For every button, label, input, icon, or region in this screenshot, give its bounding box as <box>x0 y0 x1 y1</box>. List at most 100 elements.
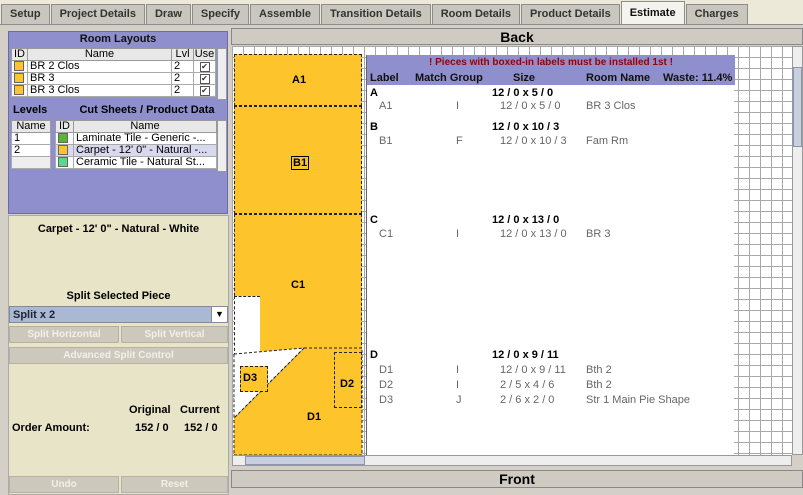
canvas-vertical-scrollbar[interactable] <box>792 46 803 455</box>
advanced-split-button[interactable]: Advanced Split Control <box>9 347 228 364</box>
level-value: 2 <box>11 144 51 157</box>
use-checkbox[interactable]: ✔ <box>199 86 210 96</box>
level-value: 1 <box>11 132 51 145</box>
table-row[interactable]: 1 <box>11 132 51 145</box>
row-color-cell <box>11 60 28 73</box>
piece-d1-label: D1 <box>307 411 322 423</box>
tab-product-details[interactable]: Product Details <box>521 4 620 24</box>
item-room: Fam Rm <box>586 135 629 147</box>
group-size: 12 / 0 x 10 / 3 <box>492 121 560 133</box>
color-swatch <box>14 73 24 84</box>
item-match: I <box>456 364 460 376</box>
product-name: Laminate Tile - Generic -... <box>73 132 217 145</box>
chevron-down-icon[interactable]: ▼ <box>211 307 227 322</box>
use-checkbox-cell[interactable]: ✔ <box>193 84 216 97</box>
scrollbar-thumb[interactable] <box>793 67 802 147</box>
product-name: Carpet - 12' 0" - Natural -... <box>73 144 217 157</box>
canvas-horizontal-scrollbar[interactable] <box>232 455 792 466</box>
item-size: 12 / 0 x 13 / 0 <box>500 228 567 240</box>
table-row[interactable]: 2 <box>11 144 51 157</box>
split-dropdown-value: Split x 2 <box>13 309 56 321</box>
color-swatch <box>58 157 68 168</box>
item-match: J <box>456 394 462 406</box>
levels-title: Levels <box>13 104 48 116</box>
item-size: 2 / 5 x 4 / 6 <box>500 379 555 391</box>
use-checkbox[interactable]: ✔ <box>199 74 210 84</box>
selected-product-label: Carpet - 12' 0" - Natural - White <box>37 223 200 235</box>
cut-sheets-scrollbar[interactable] <box>217 120 227 172</box>
piece-b1-label: B1 <box>291 156 310 170</box>
cut-sheets-title: Cut Sheets / Product Data <box>79 104 215 116</box>
split-dropdown[interactable]: Split x 2 ▼ <box>9 306 228 323</box>
levels-col-name: Name <box>11 120 51 133</box>
order-original-value: 152 / 0 <box>135 422 169 434</box>
group-size: 12 / 0 x 5 / 0 <box>492 87 554 99</box>
table-row[interactable]: BR 2 Clos 2 ✔ <box>11 60 216 73</box>
item-room: BR 3 Clos <box>586 100 636 112</box>
header-size: Size <box>513 72 536 84</box>
row-color-cell <box>11 72 28 85</box>
tab-assemble[interactable]: Assemble <box>250 4 321 24</box>
item-size: 2 / 6 x 2 / 0 <box>500 394 555 406</box>
tab-estimate[interactable]: Estimate <box>620 1 685 24</box>
col-id: ID <box>11 48 28 61</box>
header-waste: Waste: 11.4% <box>663 72 733 84</box>
piece-d3-label: D3 <box>243 372 258 384</box>
table-row[interactable]: BR 3 Clos 2 ✔ <box>11 84 216 97</box>
row-color-cell <box>55 144 74 157</box>
piece-d2-label: D2 <box>340 378 355 390</box>
item-match: F <box>456 135 463 147</box>
use-checkbox-cell[interactable]: ✔ <box>193 60 216 73</box>
tab-specify[interactable]: Specify <box>191 4 250 24</box>
item-size: 12 / 0 x 9 / 11 <box>500 364 566 376</box>
table-row[interactable]: Carpet - 12' 0" - Natural -... <box>55 144 217 157</box>
cut-col-name: Name <box>73 120 217 133</box>
header-match-group: Match Group <box>415 72 483 84</box>
use-checkbox-cell[interactable]: ✔ <box>193 72 216 85</box>
back-label: Back <box>231 28 803 45</box>
levels-table: Name 1 2 <box>11 120 51 169</box>
level-value <box>11 156 51 169</box>
tab-project-details[interactable]: Project Details <box>50 4 145 24</box>
group-label: A <box>370 87 378 99</box>
color-swatch <box>58 133 68 144</box>
item-room: BR 3 <box>586 228 611 240</box>
row-color-cell <box>55 132 74 145</box>
scrollbar-thumb[interactable] <box>245 456 365 465</box>
header-label: Label <box>370 72 399 84</box>
col-use: Use <box>193 48 216 61</box>
split-title: Split Selected Piece <box>66 290 171 302</box>
table-row[interactable]: Laminate Tile - Generic -... <box>55 132 217 145</box>
tab-charges[interactable]: Charges <box>685 4 748 24</box>
undo-button[interactable]: Undo <box>9 476 119 493</box>
table-row[interactable]: BR 3 2 ✔ <box>11 72 216 85</box>
piece-c1-label: C1 <box>291 279 306 291</box>
table-row[interactable]: Ceramic Tile - Natural St... <box>55 156 217 169</box>
split-horizontal-button[interactable]: Split Horizontal <box>9 326 119 343</box>
item-label: D1 <box>379 364 394 376</box>
room-name: BR 3 Clos <box>27 84 172 97</box>
room-level: 2 <box>171 72 194 85</box>
split-panel: Carpet - 12' 0" - Natural - White Split … <box>8 215 229 495</box>
room-layouts-scrollbar[interactable] <box>217 48 227 100</box>
piece-a1-label: A1 <box>292 74 307 86</box>
group-label: B <box>370 121 378 133</box>
group-size: 12 / 0 x 13 / 0 <box>492 214 560 226</box>
item-label: A1 <box>379 100 393 112</box>
tab-room-details[interactable]: Room Details <box>431 4 521 24</box>
tab-transition-details[interactable]: Transition Details <box>321 4 431 24</box>
col-name: Name <box>27 48 172 61</box>
row-color-cell <box>55 156 74 169</box>
cut-sheets-table: ID Name Laminate Tile - Generic -... Car… <box>55 120 217 169</box>
reset-button[interactable]: Reset <box>121 476 228 493</box>
room-name: BR 2 Clos <box>27 60 172 73</box>
tab-draw[interactable]: Draw <box>145 4 191 24</box>
group-label: D <box>370 349 378 361</box>
table-row[interactable] <box>11 156 51 169</box>
item-match: I <box>456 228 460 240</box>
use-checkbox[interactable]: ✔ <box>199 62 210 72</box>
cut-col-id: ID <box>55 120 74 133</box>
tab-setup[interactable]: Setup <box>1 4 50 24</box>
row-color-cell <box>11 84 28 97</box>
split-vertical-button[interactable]: Split Vertical <box>121 326 228 343</box>
